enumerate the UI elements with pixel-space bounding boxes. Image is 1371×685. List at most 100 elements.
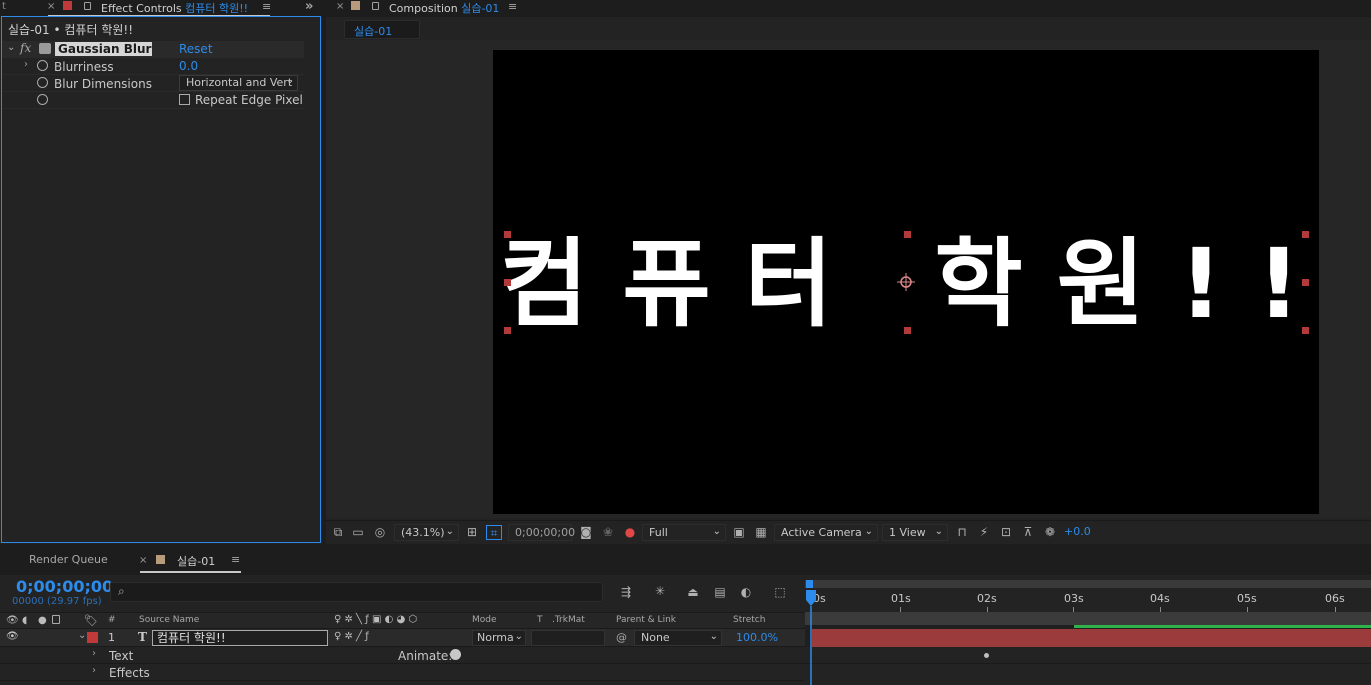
mask-visibility-icon[interactable]: ◎ [372,525,388,540]
work-area-track[interactable] [805,612,1371,625]
eye-icon[interactable]: 👁 [6,631,19,642]
effect-row-gaussian-blur[interactable]: ⌄ fx Gaussian Blur Reset [2,41,304,58]
timeline-search-input[interactable]: ⌕ [110,582,603,602]
timeline-timecode[interactable]: 0;00;00;00 [16,577,113,596]
layer-handle[interactable] [504,231,511,238]
mode-value: Norma [477,631,514,644]
stopwatch-icon[interactable] [37,94,48,105]
audio-column-icon: ◖ [22,615,28,626]
timeline-column-header: 👁 ◖ ● 🏷 # Source Name ♀ ✲ ╲ ƒ ▣ ◐ ◕ ⬡ Mo… [0,612,805,628]
camera-dropdown[interactable]: Active Camera ⌄ [774,524,878,541]
layer-handle[interactable] [1302,327,1309,334]
parent-dropdown[interactable]: None ⌄ [634,630,722,646]
comp-flow-subtab[interactable]: 실습-01 [344,20,420,39]
parent-value: None [641,631,670,644]
zoom-dropdown[interactable]: (43.1%) ⌄ [394,524,459,541]
mode-dropdown[interactable]: Norma ⌄ [472,630,526,646]
grid-guides-icon[interactable]: ⊞ [464,525,480,540]
layer-switches[interactable]: ♀ ✲ ╱ ƒ [334,631,369,642]
trkmat-dropdown[interactable] [531,630,605,646]
draft-3d-icon[interactable]: ✳ [652,584,668,599]
layer-handle[interactable] [904,231,911,238]
layer-duration-bar[interactable] [812,629,1371,647]
reset-link[interactable]: Reset [179,42,213,56]
expand-panels-icon[interactable]: » [305,0,313,14]
chevron-down-icon[interactable]: ⌄ [7,42,15,53]
layer-handle[interactable] [504,279,511,286]
navigator-start-handle[interactable] [806,580,813,588]
panel-menu-icon[interactable]: ≡ [508,0,517,13]
layer-handle[interactable] [1302,231,1309,238]
time-navigator[interactable] [805,580,1371,588]
column-source-name[interactable]: Source Name [139,615,199,625]
work-area-bar[interactable] [1074,625,1371,628]
playhead[interactable] [804,588,819,685]
resolution-dropdown[interactable]: Full ⌄ [642,524,726,541]
effect-controls-tab[interactable]: Effect Controls 컴퓨터 학원!! [101,0,248,16]
close-tab-icon[interactable]: × [336,1,344,12]
lock-icon[interactable] [372,2,379,10]
animate-play-icon[interactable] [450,649,461,660]
layer-handle[interactable] [904,327,911,334]
region-of-interest-icon[interactable]: ⌗ [486,525,502,540]
panel-menu-icon[interactable]: ≡ [262,0,271,13]
view-layout-dropdown[interactable]: 1 View ⌄ [882,524,948,541]
camera-snapshot-icon[interactable]: ◙ [578,525,594,540]
graph-editor-icon[interactable]: ⬚ [772,585,788,600]
always-preview-icon[interactable]: ⧉ [330,525,346,540]
shy-layers-icon[interactable]: ⏏ [685,585,701,600]
chevron-right-icon[interactable]: › [24,59,28,70]
layer-handle[interactable] [1302,279,1309,286]
flowchart-icon[interactable]: ⊼ [1020,525,1036,540]
chevron-down-icon: ⌄ [709,631,718,642]
monitor-icon[interactable]: ▭ [350,525,366,540]
panel-menu-icon[interactable]: ≡ [231,553,240,566]
stopwatch-icon[interactable] [37,60,48,71]
column-mode[interactable]: Mode [472,615,497,625]
fast-previews-icon[interactable]: ▣ [731,525,747,540]
column-t: T [537,615,543,625]
layer-handle[interactable] [504,327,511,334]
motion-blur-icon[interactable]: ◐ [738,585,754,600]
current-time-field[interactable]: 0;00;00;00 [508,524,575,541]
time-ruler[interactable]: 0s 01s 02s 03s 04s 05s 06s [805,588,1371,612]
fast-preview-icon[interactable]: ⚡ [976,525,992,540]
fx-toggle-icon[interactable]: fx [20,41,31,55]
frame-blending-icon[interactable]: ▤ [712,585,728,600]
layer-row[interactable]: 👁 ⌄ 1 T 컴퓨터 학원!! ♀ ✲ ╱ ƒ Norma ⌄ @ None … [0,628,805,647]
timeline-icon[interactable]: ⊡ [998,525,1014,540]
show-snapshot-icon[interactable]: ❀ [600,525,616,540]
close-tab-icon[interactable]: × [47,1,55,12]
lock-icon[interactable] [84,2,91,10]
effect-name[interactable]: Gaussian Blur [55,42,152,56]
stretch-value[interactable]: 100.0% [736,631,778,644]
keyframe-dot[interactable] [984,653,989,658]
label-column-icon: 🏷 [84,614,98,627]
column-stretch[interactable]: Stretch [733,615,765,625]
chevron-down-icon[interactable]: ⌄ [78,630,86,641]
property-group-effects[interactable]: › Effects [0,664,805,681]
render-queue-tab[interactable]: Render Queue [29,553,108,566]
stopwatch-icon[interactable] [37,77,48,88]
property-group-text[interactable]: › Text Animate: [0,647,805,664]
active-tab-underline [140,571,241,573]
repeat-edge-checkbox[interactable] [179,94,190,105]
anchor-point-icon[interactable] [897,273,915,291]
blurriness-value[interactable]: 0.0 [179,59,198,73]
layer-name-field[interactable]: 컴퓨터 학원!! [152,630,328,646]
comp-mini-flowchart-icon[interactable]: ⇶ [618,585,634,600]
column-parent-link[interactable]: Parent & Link [616,615,676,625]
timeline-comp-tab[interactable]: 실습-01 [177,553,215,569]
exposure-value[interactable]: +0.0 [1064,525,1091,538]
chevron-right-icon[interactable]: › [92,665,96,676]
toggle-pixel-aspect-icon[interactable]: ⊓ [954,525,970,540]
reset-exposure-icon[interactable]: ❁ [1042,525,1058,540]
channel-rgb-icon[interactable]: ● [622,525,638,540]
close-tab-icon[interactable]: × [139,555,147,566]
layer-label-color[interactable] [87,632,98,643]
blur-dimensions-dropdown[interactable]: Horizontal and Vert [179,75,298,91]
transparency-grid-icon[interactable]: ▦ [753,525,769,540]
chevron-right-icon[interactable]: › [92,648,96,659]
composition-tab[interactable]: Composition 실습-01 [389,0,499,16]
pick-whip-icon[interactable]: @ [616,631,627,644]
